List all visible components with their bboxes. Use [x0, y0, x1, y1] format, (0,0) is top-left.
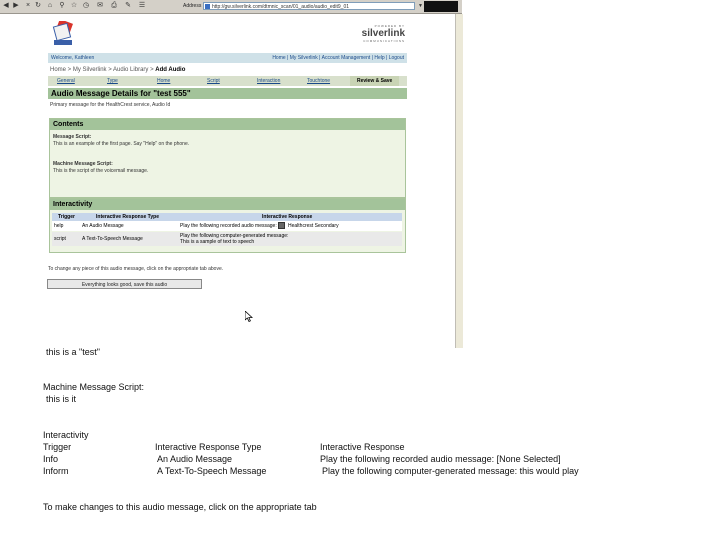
tab-general[interactable]: General [57, 78, 75, 84]
row-response: Play the following recorded audio messag… [180, 223, 277, 229]
search-icon[interactable]: ⚲ [58, 2, 66, 10]
tab-review-save[interactable]: Review & Save [350, 76, 400, 86]
breadcrumb-audio-library[interactable]: Audio Library [113, 67, 148, 73]
col-response: Interactive Response [262, 214, 313, 220]
row-trigger: help [54, 223, 64, 229]
row-response-extra: This is a sample of text to speech [180, 239, 255, 245]
row-type: A Text-To-Speech Message [82, 236, 143, 242]
col-trigger: Trigger [58, 214, 75, 220]
details-title: Audio Message Details for "test 555" [51, 89, 191, 98]
web-page: POWERED BY silverlink COMMUNICATIONS Wel… [0, 14, 455, 348]
play-audio-icon[interactable] [278, 222, 285, 229]
transcript-col-response: Interactive Response [320, 442, 405, 452]
link-my-silverlink[interactable]: My Silverlink [290, 55, 318, 61]
link-account-management[interactable]: Account Management [322, 55, 371, 61]
favorites-icon[interactable]: ☆ [70, 2, 78, 10]
top-links: Home | My Silverlink | Account Managemen… [272, 55, 404, 61]
forward-icon[interactable]: ▶ [12, 2, 20, 10]
top-nav-bar: Welcome, Kathleen Home | My Silverlink |… [48, 53, 407, 63]
back-icon[interactable]: ◀ [2, 2, 10, 10]
brand-sub: COMMUNICATIONS [363, 39, 405, 43]
step-tabs: General Type Home Script Interaction Tou… [48, 76, 407, 86]
row-type: An Audio Message [82, 223, 124, 229]
breadcrumb-current: Add Audio [155, 67, 186, 73]
transcript-r2-trigger: Inform [43, 466, 69, 476]
tab-interaction[interactable]: Interaction [257, 78, 280, 84]
welcome-text: Welcome, Kathleen [51, 55, 95, 61]
link-home[interactable]: Home [272, 55, 285, 61]
tab-touchtone[interactable]: Touchtone [307, 78, 330, 84]
col-type: Interactive Response Type [96, 214, 159, 220]
transcript-line: this is a "test" [46, 347, 100, 357]
address-url: http://gw.silverlink.com/dtmnic_scan/01_… [212, 4, 350, 10]
interactivity-table-header: Trigger Interactive Response Type Intera… [52, 213, 402, 221]
page-icon [205, 4, 210, 9]
page-scrollbar[interactable] [455, 14, 463, 348]
transcript-r1-type: An Audio Message [157, 454, 233, 464]
tab-type[interactable]: Type [107, 78, 118, 84]
discuss-icon[interactable]: ☰ [138, 2, 146, 10]
browser-toolbar: ◀ ▶ × ↻ ⌂ ⚲ ☆ ◷ ✉ ⎙ ✎ ☰ Address http://g… [0, 0, 462, 14]
machine-script-value: This is the script of the voicemail mess… [53, 168, 149, 174]
breadcrumb-my-silverlink[interactable]: My Silverlink [73, 67, 107, 73]
transcript-r1-response: Play the following recorded audio messag… [320, 454, 561, 464]
transcript-r1-trigger: Info [43, 454, 59, 464]
transcript-r2-type: A Text-To-Speech Message [157, 466, 267, 476]
transcript-to-change: To make changes to this audio message, c… [43, 502, 317, 512]
breadcrumb: Home > My Silverlink > Audio Library > A… [50, 67, 185, 73]
to-change-note: To change any piece of this audio messag… [48, 266, 224, 272]
link-logout[interactable]: Logout [389, 55, 404, 61]
row-trigger: script [54, 236, 66, 242]
brand-name: silverlink [361, 28, 405, 39]
primary-text: Primary message for the HealthCrest serv… [50, 102, 171, 108]
refresh-icon[interactable]: ↻ [34, 2, 42, 10]
transcript-machine-label: Machine Message Script: [43, 382, 145, 392]
transcript-col-type: Interactive Response Type [155, 442, 262, 452]
healthy-logo [52, 21, 73, 45]
print-icon[interactable]: ⎙ [110, 2, 118, 10]
interactivity-header: Interactivity [50, 199, 405, 210]
edit-icon[interactable]: ✎ [124, 2, 132, 10]
tab-home[interactable]: Home [157, 78, 170, 84]
message-script-value: This is an example of the first page. Sa… [53, 141, 190, 147]
mouse-cursor-icon [245, 311, 253, 322]
contents-panel: Contents Message Script: This is an exam… [49, 118, 406, 198]
link-help[interactable]: Help [374, 55, 384, 61]
interactivity-title: Interactivity [53, 201, 93, 208]
transcript-interactivity: Interactivity [43, 430, 89, 440]
contents-header: Contents [50, 119, 405, 130]
home-icon[interactable]: ⌂ [46, 2, 54, 10]
details-header: Audio Message Details for "test 555" [48, 88, 407, 99]
transcript-r2-response: Play the following computer-generated me… [322, 466, 579, 476]
table-row: help An Audio Message Play the following… [52, 221, 402, 231]
mail-icon[interactable]: ✉ [96, 2, 104, 10]
transcript-col-trigger: Trigger [43, 442, 72, 452]
message-script-label: Message Script: [53, 134, 92, 140]
tab-script[interactable]: Script [207, 78, 220, 84]
machine-script-label: Machine Message Script: [53, 161, 113, 167]
row-response-extra: Healthcrest Secondary [288, 223, 339, 229]
contents-title: Contents [53, 121, 84, 128]
address-dropdown-icon[interactable]: ▼ [418, 3, 423, 9]
history-icon[interactable]: ◷ [82, 2, 90, 10]
transcript-machine-value: this is it [46, 394, 77, 404]
browser-window: ◀ ▶ × ↻ ⌂ ⚲ ☆ ◷ ✉ ⎙ ✎ ☰ Address http://g… [0, 0, 463, 348]
windows-logo-icon [424, 1, 458, 12]
address-label: Address [183, 3, 202, 9]
address-bar[interactable]: http://gw.silverlink.com/dtmnic_scan/01_… [203, 2, 415, 10]
breadcrumb-home[interactable]: Home [50, 67, 66, 73]
powered-by-logo: POWERED BY silverlink COMMUNICATIONS [353, 24, 405, 43]
breadcrumb-sep: > [66, 67, 73, 73]
table-row: script A Text-To-Speech Message Play the… [52, 232, 402, 246]
stop-icon[interactable]: × [24, 2, 32, 10]
save-audio-button[interactable]: Everything looks good, save this audio [47, 279, 202, 289]
